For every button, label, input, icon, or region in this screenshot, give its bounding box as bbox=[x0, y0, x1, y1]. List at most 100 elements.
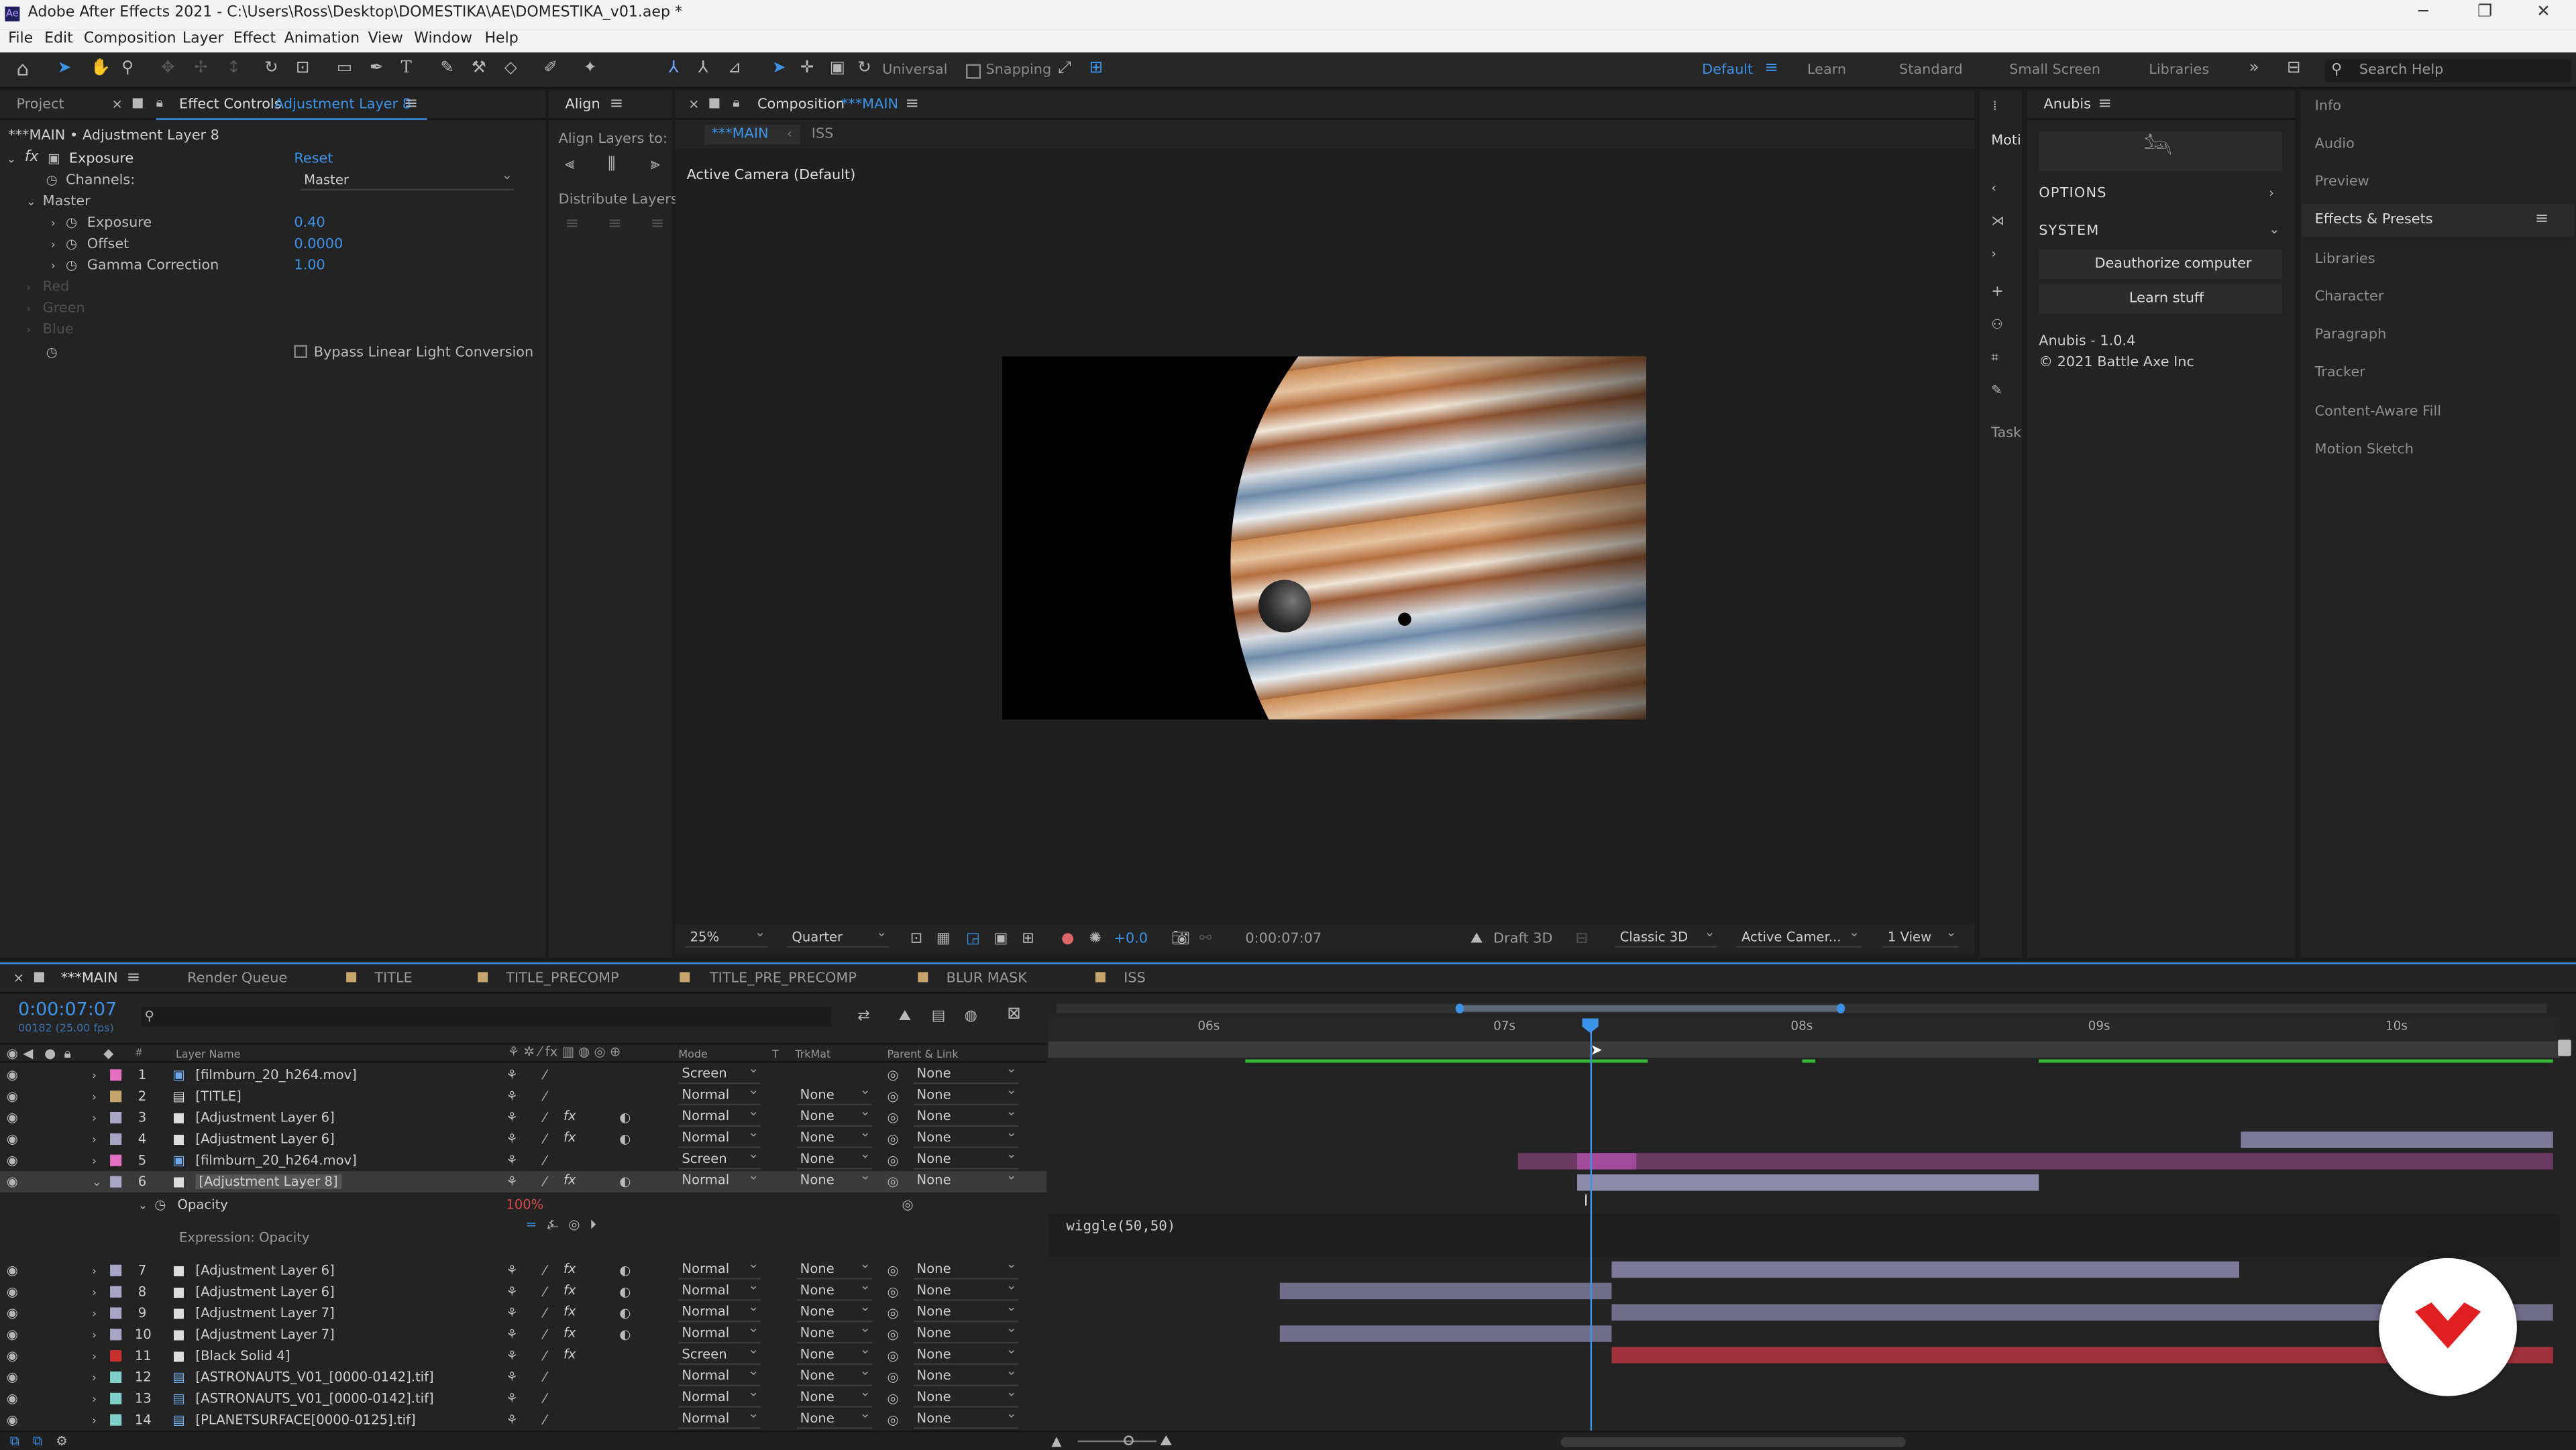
content-aware-fill-panel-tab[interactable]: Content-Aware Fill bbox=[2315, 404, 2441, 420]
blend-mode-select[interactable]: Normal bbox=[678, 1299, 761, 1323]
track-matte-select[interactable]: None bbox=[796, 1125, 873, 1148]
blend-mode-select[interactable]: Normal bbox=[678, 1385, 761, 1408]
anubis-tab[interactable]: Anubis bbox=[2044, 97, 2091, 113]
layer-name[interactable]: [filmburn_20_h264.mov] bbox=[195, 1153, 356, 1168]
eye-icon[interactable]: ◉ bbox=[7, 1412, 18, 1429]
eye-icon[interactable]: ◉ bbox=[7, 1327, 18, 1343]
effect-controls-tab-label[interactable]: Effect Controls bbox=[179, 97, 282, 113]
workspace-small-screen[interactable]: Small Screen bbox=[2009, 62, 2100, 78]
shy-switch-icon[interactable]: ⚘ bbox=[506, 1306, 518, 1322]
exposure-value[interactable]: +0.0 bbox=[1114, 932, 1148, 948]
project-tab[interactable]: Project bbox=[16, 97, 64, 113]
libraries-panel-tab[interactable]: Libraries bbox=[2315, 252, 2375, 268]
layer-bar-4[interactable] bbox=[2241, 1131, 2553, 1148]
adjustment-layer-icon[interactable]: ◐ bbox=[619, 1263, 631, 1279]
layer-row[interactable]: ◉ › 4 ■ [Adjustment Layer 6] ⚘ ⁄ fx ◐ Normal None ◎… bbox=[0, 1125, 1046, 1150]
clone-stamp-icon[interactable]: ⚒ bbox=[472, 60, 486, 77]
layer-bar-5-active[interactable] bbox=[1577, 1153, 1637, 1170]
chevron-right-icon[interactable]: › bbox=[92, 1284, 97, 1300]
track-matte-select[interactable]: None bbox=[796, 1168, 873, 1191]
effects-presets-panel-tab[interactable]: Effects & Presets bbox=[2315, 212, 2433, 228]
add-icon[interactable]: + bbox=[1991, 284, 2003, 300]
workspace-menu-icon[interactable]: ≡ bbox=[1764, 60, 1778, 77]
layer-name[interactable]: [ASTRONAUTS_V01_[0000-0142].tif] bbox=[195, 1391, 433, 1406]
chevron-right-icon[interactable]: › bbox=[92, 1327, 97, 1343]
expand-blue-icon[interactable]: › bbox=[26, 322, 31, 338]
graph-editor-icon[interactable]: ⊠ bbox=[1007, 1006, 1021, 1023]
shy-switch-icon[interactable]: ⚘ bbox=[506, 1174, 518, 1190]
layer-row[interactable]: ◉ › 12 ▤ [ASTRONAUTS_V01_[0000-0142].tif] ⚘ ⁄ N… bbox=[0, 1363, 1046, 1388]
composition-tab-label[interactable]: Composition bbox=[757, 97, 845, 113]
adjustment-layer-icon[interactable]: ◐ bbox=[619, 1306, 631, 1322]
label-color-swatch[interactable] bbox=[110, 1154, 122, 1166]
fx-switch-icon[interactable]: fx bbox=[564, 1283, 576, 1298]
task-tab[interactable]: Task bbox=[1991, 425, 2021, 441]
transparency-grid-icon[interactable]: ▦ bbox=[936, 932, 951, 948]
eyedropper-icon[interactable]: ✎ bbox=[1991, 383, 2002, 399]
parent-select[interactable]: None bbox=[913, 1082, 1019, 1106]
zoom-tool-icon[interactable]: ⚲ bbox=[121, 60, 133, 77]
timeline-tab-main[interactable]: ***MAIN bbox=[61, 970, 118, 987]
layer-row[interactable]: ◉ › 11 ■ [Black Solid 4] ⚘ ⁄ fx Screen None ◎ None bbox=[0, 1342, 1046, 1367]
work-area-start-handle[interactable] bbox=[1455, 1003, 1464, 1014]
track-matte-select[interactable]: None bbox=[796, 1299, 873, 1323]
label-color-swatch[interactable] bbox=[110, 1069, 122, 1081]
track-matte-select[interactable]: None bbox=[796, 1082, 873, 1106]
quality-switch-icon[interactable]: ⁄ bbox=[544, 1131, 546, 1148]
parent-pickwhip-icon[interactable]: ◎ bbox=[887, 1131, 898, 1148]
parent-select[interactable]: None bbox=[913, 1146, 1019, 1170]
mask-visibility-icon[interactable]: ◲ bbox=[966, 932, 980, 948]
view-layout-select[interactable]: 1 View bbox=[1882, 925, 1959, 948]
blend-mode-select[interactable]: Normal bbox=[678, 1168, 761, 1191]
blend-mode-select[interactable]: Normal bbox=[678, 1104, 761, 1127]
expand-opacity-icon[interactable]: ⌄ bbox=[138, 1197, 148, 1213]
draft3d-toggle-icon[interactable]: ⛰ bbox=[899, 1009, 912, 1025]
toggle-modes-icon[interactable]: ⧉ bbox=[33, 1434, 42, 1450]
adjustment-layer-icon[interactable]: ◐ bbox=[619, 1111, 631, 1127]
shy-switch-icon[interactable]: ⚘ bbox=[506, 1327, 518, 1343]
ground-plane-icon[interactable]: ⊟ bbox=[1576, 932, 1588, 948]
close-button[interactable]: ✕ bbox=[2536, 3, 2551, 21]
pen-tool-icon[interactable]: ✒ bbox=[370, 60, 384, 77]
close-tab-icon[interactable]: × bbox=[112, 97, 123, 113]
align-tab[interactable]: Align bbox=[565, 97, 600, 113]
quality-switch-icon[interactable]: ⁄ bbox=[544, 1327, 546, 1343]
chevron-right-icon[interactable]: › bbox=[92, 1391, 97, 1407]
label-color-swatch[interactable] bbox=[110, 1286, 122, 1298]
timeline-tab-render-queue[interactable]: Render Queue bbox=[187, 970, 287, 987]
layer-search-input[interactable]: ⚲ bbox=[141, 1007, 832, 1027]
label-color-swatch[interactable] bbox=[110, 1091, 122, 1103]
layer-name[interactable]: [Black Solid 4] bbox=[195, 1349, 290, 1363]
blend-mode-select[interactable]: Normal bbox=[678, 1125, 761, 1148]
menu-file[interactable]: File bbox=[8, 32, 33, 48]
axis-local-icon[interactable]: ⅄ bbox=[669, 60, 679, 77]
universal-rotate-icon[interactable]: ↻ bbox=[857, 60, 871, 77]
shy-switch-icon[interactable]: ⚘ bbox=[506, 1284, 518, 1300]
roto-brush-icon[interactable]: ✐ bbox=[544, 60, 558, 77]
eye-icon[interactable]: ◉ bbox=[7, 1131, 18, 1148]
quality-switch-icon[interactable]: ⁄ bbox=[544, 1174, 546, 1190]
blend-mode-select[interactable]: Normal bbox=[678, 1321, 761, 1344]
blend-mode-select[interactable]: Normal bbox=[678, 1363, 761, 1386]
chevron-right-icon[interactable]: › bbox=[92, 1153, 97, 1169]
chevron-right-icon[interactable]: › bbox=[92, 1263, 97, 1279]
parent-select[interactable]: None bbox=[913, 1342, 1019, 1365]
work-area-range[interactable] bbox=[1458, 1005, 1840, 1012]
layer-name[interactable]: [ASTRONAUTS_V01_[0000-0142].tif] bbox=[195, 1370, 433, 1384]
current-time[interactable]: 0:00:07:07 bbox=[18, 999, 117, 1020]
menu-effect[interactable]: Effect bbox=[233, 32, 276, 48]
expression-pickwhip-icon[interactable]: ◎ bbox=[568, 1217, 580, 1233]
work-area-end-handle[interactable] bbox=[1836, 1003, 1845, 1014]
label-color-swatch[interactable] bbox=[110, 1392, 122, 1404]
distribute-vcenter-icon[interactable]: ≡ bbox=[608, 216, 622, 233]
workspace-standard[interactable]: Standard bbox=[1899, 62, 1963, 78]
quality-switch-icon[interactable]: ⁄ bbox=[544, 1089, 546, 1105]
motion-sketch-panel-tab[interactable]: Motion Sketch bbox=[2315, 442, 2414, 458]
layer-name-header[interactable]: Layer Name bbox=[176, 1048, 240, 1061]
parent-select[interactable]: None bbox=[913, 1061, 1019, 1084]
type-tool-icon[interactable]: T bbox=[401, 60, 412, 77]
eye-icon[interactable]: ◉ bbox=[7, 1306, 18, 1322]
restore-button[interactable]: ❐ bbox=[2477, 3, 2492, 21]
reset-link[interactable]: Reset bbox=[294, 151, 333, 167]
label-color-swatch[interactable] bbox=[110, 1350, 122, 1362]
